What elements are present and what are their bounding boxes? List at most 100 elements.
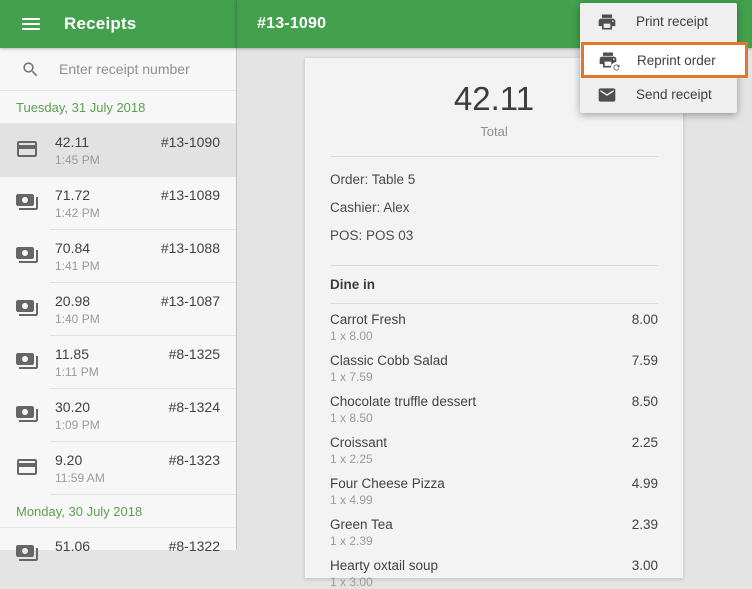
cash-icon	[16, 300, 38, 316]
meta-order: Order: Table 5	[330, 172, 416, 187]
receipt-item: Hearty oxtail soup 3.00 1 x 3.00	[330, 558, 658, 589]
row-divider	[50, 494, 236, 495]
item-price: 2.39	[631, 517, 658, 532]
receipts-sidebar: Receipts Tuesday, 31 July 2018 42.11 1:4…	[0, 0, 236, 561]
receipt-row[interactable]: 20.98 1:40 PM #13-1087	[0, 283, 236, 336]
search-icon	[23, 61, 38, 76]
menu-item-label: Reprint order	[637, 52, 716, 68]
receipt-amount: 70.84	[55, 240, 91, 256]
sidebar-main-divider	[236, 0, 237, 550]
search-input[interactable]	[57, 60, 221, 78]
item-price: 7.59	[631, 353, 658, 368]
item-name: Four Cheese Pizza	[330, 476, 445, 491]
order-type: Dine in	[330, 277, 376, 292]
receipt-items: Carrot Fresh 8.00 1 x 8.00 Classic Cobb S…	[305, 304, 683, 589]
receipt-time: 1:09 PM	[55, 418, 100, 432]
item-price: 3.00	[631, 558, 658, 573]
menu-item-label: Print receipt	[636, 14, 709, 29]
menu-item-reprint-order[interactable]: Reprint order	[581, 42, 748, 78]
receipt-amount: 51.06	[55, 538, 91, 554]
meta-cashier: Cashier: Alex	[330, 200, 410, 215]
item-name: Green Tea	[330, 517, 393, 532]
cash-icon	[16, 247, 38, 263]
email-icon	[597, 85, 617, 105]
receipt-number: #8-1324	[168, 399, 220, 415]
meta-pos: POS: POS 03	[330, 228, 414, 243]
receipt-card: 42.11 Total Order: Table 5 Cashier: Alex…	[305, 58, 683, 589]
receipt-amount: 9.20	[55, 452, 83, 468]
receipt-number: #8-1323	[168, 452, 220, 468]
receipt-item: Green Tea 2.39 1 x 2.39	[330, 517, 658, 548]
print-icon	[597, 12, 617, 32]
date-label: Monday, 30 July 2018	[16, 503, 143, 519]
item-qty: 1 x 4.99	[330, 493, 373, 507]
refresh-badge-icon	[611, 62, 622, 73]
receipt-time: 11:59 AM	[55, 471, 105, 485]
item-name: Chocolate truffle dessert	[330, 394, 477, 409]
receipt-meta: Order: Table 5 Cashier: Alex POS: POS 03	[305, 157, 683, 265]
item-qty: 1 x 8.00	[330, 329, 373, 343]
receipt-amount: 11.85	[55, 346, 89, 362]
menu-item-label: Send receipt	[636, 87, 712, 102]
cash-icon	[16, 545, 38, 561]
receipt-item: Chocolate truffle dessert 8.50 1 x 8.50	[330, 394, 658, 425]
date-header: Monday, 30 July 2018	[0, 495, 236, 528]
date-label: Tuesday, 31 July 2018	[16, 99, 146, 115]
receipt-row[interactable]: 70.84 1:41 PM #13-1088	[0, 230, 236, 283]
reprint-order-icon	[598, 50, 622, 73]
receipt-time: 1:11 PM	[55, 365, 99, 379]
receipt-number: #13-1088	[160, 240, 220, 256]
item-name: Croissant	[330, 435, 388, 450]
receipt-actions-menu: Print receipt Reprint order Send receipt	[580, 3, 748, 113]
receipt-time: 1:40 PM	[55, 312, 100, 326]
receipt-row[interactable]: 30.20 1:09 PM #8-1324	[0, 389, 236, 442]
receipt-time: 1:45 PM	[55, 153, 100, 167]
date-header: Tuesday, 31 July 2018	[0, 91, 236, 124]
menu-icon[interactable]	[22, 15, 40, 33]
sidebar-header: Receipts	[0, 0, 236, 48]
receipt-detail-title: #13-1090	[257, 15, 327, 32]
receipt-time: 1:41 PM	[55, 259, 100, 273]
item-price: 8.00	[631, 312, 658, 327]
receipt-row[interactable]: 71.72 1:42 PM #13-1089	[0, 177, 236, 230]
receipt-item: Classic Cobb Salad 7.59 1 x 7.59	[330, 353, 658, 384]
receipt-row[interactable]: 42.11 1:45 PM #13-1090	[0, 124, 236, 177]
receipt-item: Four Cheese Pizza 4.99 1 x 4.99	[330, 476, 658, 507]
credit-card-icon	[17, 459, 37, 475]
receipt-number: #13-1090	[160, 134, 220, 150]
item-name: Classic Cobb Salad	[330, 353, 448, 368]
cash-icon	[16, 406, 38, 422]
cash-icon	[16, 194, 38, 210]
menu-item-send-receipt[interactable]: Send receipt	[580, 76, 737, 113]
app-title: Receipts	[64, 14, 137, 33]
receipt-number: #13-1087	[160, 293, 220, 309]
credit-card-icon	[17, 141, 37, 157]
item-qty: 1 x 2.25	[330, 452, 373, 466]
receipt-amount: 42.11	[55, 134, 89, 150]
item-price: 2.25	[631, 435, 658, 450]
total-label: Total	[480, 124, 508, 139]
item-qty: 1 x 2.39	[330, 534, 373, 548]
receipt-row[interactable]: 9.20 11:59 AM #8-1323	[0, 442, 236, 495]
cash-icon	[16, 353, 38, 369]
menu-item-print-receipt[interactable]: Print receipt	[580, 3, 737, 40]
receipt-row[interactable]: 51.06 #8-1322	[0, 528, 236, 581]
receipt-number: #13-1089	[160, 187, 220, 203]
receipt-item: Carrot Fresh 8.00 1 x 8.00	[330, 312, 658, 343]
receipt-time: 1:42 PM	[55, 206, 100, 220]
receipt-amount: 30.20	[55, 399, 91, 415]
item-qty: 1 x 3.00	[330, 575, 373, 589]
item-qty: 1 x 7.59	[330, 370, 373, 384]
item-name: Carrot Fresh	[330, 312, 406, 327]
receipt-number: #8-1322	[168, 538, 220, 554]
receipt-amount: 71.72	[55, 187, 91, 203]
receipt-item: Croissant 2.25 1 x 2.25	[330, 435, 658, 466]
receipt-amount: 20.98	[55, 293, 91, 309]
receipt-row[interactable]: 11.85 1:11 PM #8-1325	[0, 336, 236, 389]
item-qty: 1 x 8.50	[330, 411, 373, 425]
receipt-number: #8-1325	[168, 346, 220, 362]
item-price: 4.99	[631, 476, 658, 491]
item-price: 8.50	[631, 394, 658, 409]
item-name: Hearty oxtail soup	[330, 558, 439, 573]
receipt-search	[0, 48, 236, 91]
